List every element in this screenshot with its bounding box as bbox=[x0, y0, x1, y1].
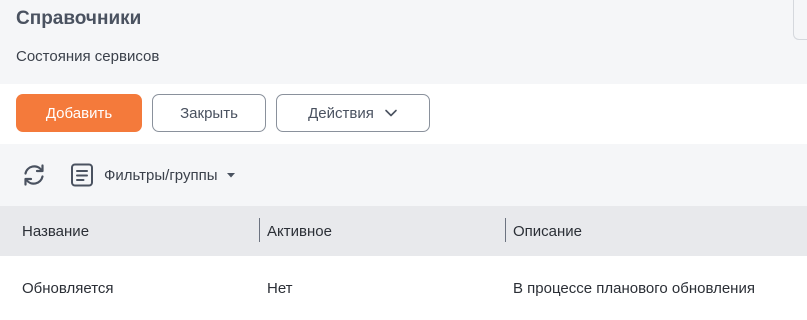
cell-active: Нет bbox=[267, 279, 293, 297]
cell-name: Обновляется bbox=[22, 279, 114, 297]
column-resize-handle[interactable] bbox=[259, 218, 260, 242]
toolbar: Добавить Закрыть Действия bbox=[0, 84, 807, 144]
add-button[interactable]: Добавить bbox=[16, 94, 142, 132]
page-subtitle: Состояния сервисов bbox=[16, 48, 160, 65]
column-header-active[interactable]: Активное bbox=[267, 206, 332, 256]
list-icon bbox=[71, 163, 93, 187]
actions-button-label: Действия bbox=[308, 104, 374, 122]
column-header-description[interactable]: Описание bbox=[513, 206, 582, 256]
filters-bar: Фильтры/группы bbox=[0, 144, 807, 206]
add-button-label: Добавить bbox=[45, 104, 113, 122]
right-panel-edge bbox=[793, 0, 807, 40]
close-button-label: Закрыть bbox=[180, 104, 238, 122]
refresh-icon[interactable] bbox=[20, 161, 48, 189]
filters-groups-label: Фильтры/группы bbox=[104, 166, 218, 184]
table-header: Название Активное Описание bbox=[0, 206, 807, 256]
actions-dropdown-button[interactable]: Действия bbox=[276, 94, 430, 132]
column-resize-handle[interactable] bbox=[505, 218, 506, 242]
filters-groups-toggle[interactable]: Фильтры/группы bbox=[68, 161, 236, 189]
page-title: Справочники bbox=[16, 8, 142, 29]
close-button[interactable]: Закрыть bbox=[152, 94, 266, 132]
caret-down-icon bbox=[226, 173, 235, 178]
cell-description: В процессе планового обновления bbox=[513, 279, 755, 297]
column-header-name[interactable]: Название bbox=[22, 206, 89, 256]
table-row[interactable]: Обновляется Нет В процессе планового обн… bbox=[0, 256, 807, 320]
page-header: Справочники Состояния сервисов bbox=[0, 0, 793, 84]
chevron-down-icon bbox=[385, 109, 397, 117]
